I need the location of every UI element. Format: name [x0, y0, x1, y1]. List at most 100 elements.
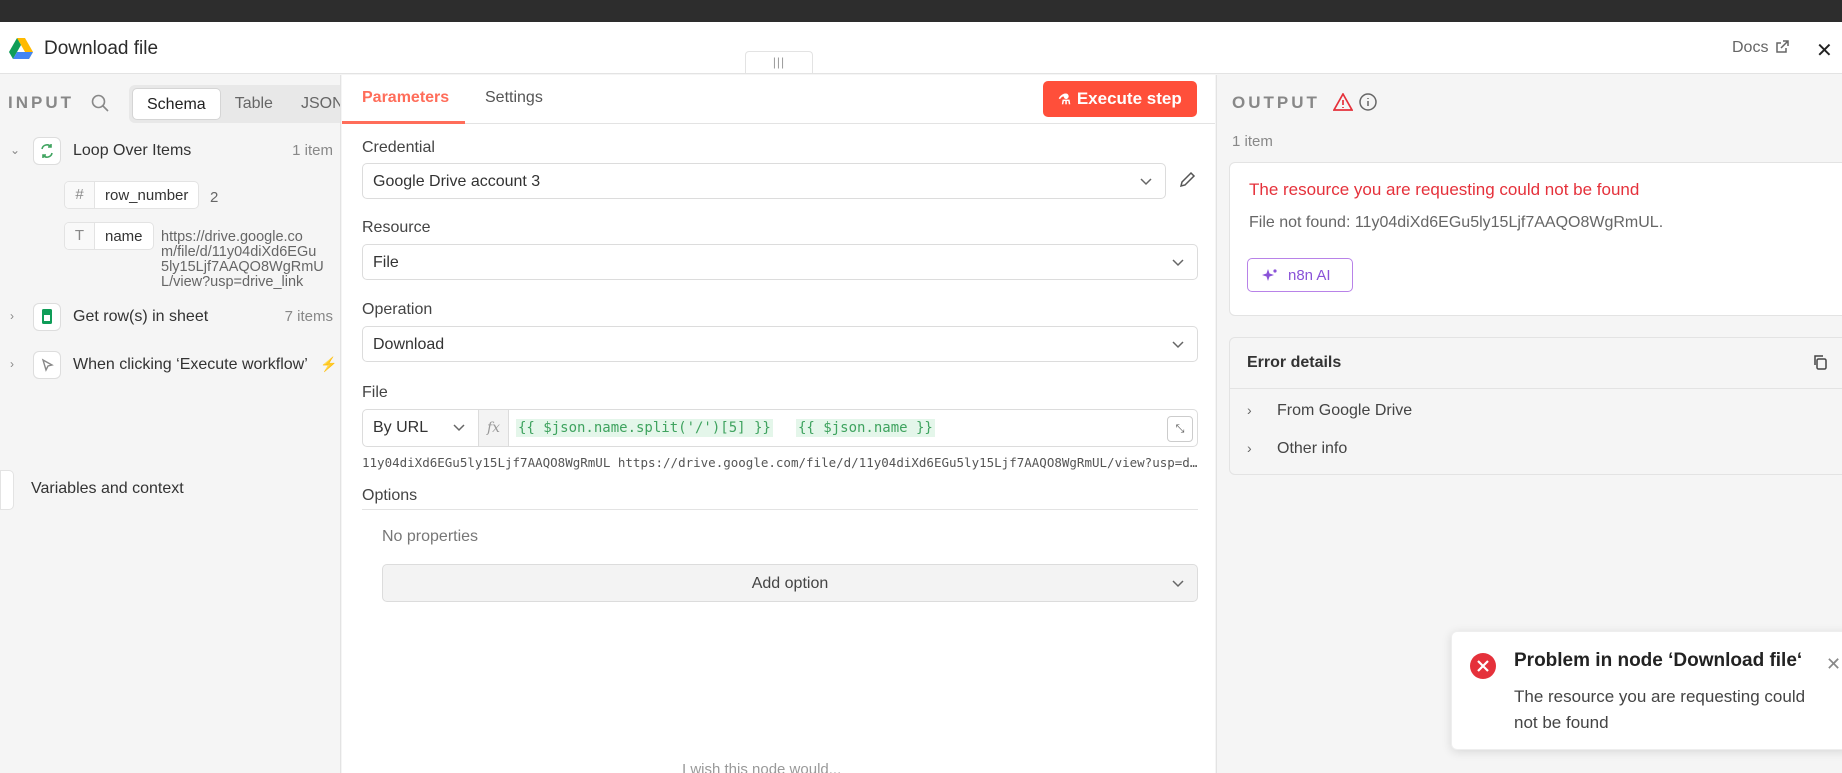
field-pill[interactable]: T name: [64, 222, 154, 250]
credential-value: Google Drive account 3: [373, 173, 541, 190]
sparkle-icon: [1262, 268, 1278, 288]
input-panel: INPUT Schema Table JSON ⌄ Loop Over Item…: [0, 75, 341, 773]
ai-button-label: n8n AI: [1288, 267, 1331, 284]
node-item-count: 7 items: [284, 308, 333, 325]
schema-field-row-number: # row_number: [64, 181, 200, 209]
fx-icon: fx: [479, 410, 509, 446]
expression-token[interactable]: {{ $json.name }}: [796, 419, 935, 437]
parameters-panel: Parameters Settings ⚗ Execute step Creden…: [342, 75, 1215, 773]
error-details-panel: Error details › From Google Drive › Other …: [1229, 337, 1842, 475]
error-circle-icon: [1469, 652, 1497, 684]
add-option-label: Add option: [751, 575, 829, 592]
options-divider: [362, 509, 1198, 510]
no-properties-text: No properties: [382, 528, 479, 545]
error-details-title: Error details: [1247, 354, 1342, 371]
node-title: Download file: [44, 38, 159, 59]
warning-icon: [1332, 92, 1354, 115]
feedback-link[interactable]: I wish this node would...: [682, 761, 841, 773]
error-toast: Problem in node ‘Download file‘ The reso…: [1451, 631, 1842, 750]
field-name: row_number: [105, 186, 189, 204]
variables-and-context[interactable]: Variables and context: [0, 470, 340, 510]
copy-icon[interactable]: [1812, 354, 1828, 374]
operation-value: Download: [373, 336, 445, 353]
view-mode-toggle: Schema Table JSON: [129, 85, 340, 123]
chevron-right-icon[interactable]: ›: [10, 357, 14, 371]
output-label: OUTPUT: [1232, 93, 1320, 112]
input-node-manual-trigger[interactable]: › When clicking ‘Execute workflow’ ⚡: [0, 349, 340, 381]
number-type-icon: #: [65, 182, 95, 208]
chevron-right-icon: ›: [1247, 440, 1252, 456]
panel-drag-handle[interactable]: |||: [745, 51, 813, 73]
file-mode-select[interactable]: By URL: [363, 410, 479, 446]
expand-editor-icon[interactable]: ⤡: [1167, 416, 1193, 442]
input-node-get-rows[interactable]: › Get row(s) in sheet 7 items: [0, 301, 340, 333]
error-details-header: Error details: [1230, 338, 1842, 389]
details-row-label: Other info: [1277, 440, 1348, 457]
expression-result-preview: 11y04diXd6EGu5ly15Ljf7AAQO8WgRmUL https:…: [362, 455, 1198, 470]
tab-table[interactable]: Table: [221, 88, 287, 120]
sheets-icon: [33, 303, 61, 331]
field-value-line: https://drive.google.co: [161, 229, 303, 245]
credential-select[interactable]: Google Drive account 3: [362, 163, 1166, 199]
toast-title: Problem in node ‘Download file‘: [1514, 650, 1803, 671]
search-icon[interactable]: [91, 94, 109, 116]
variables-icon: [0, 470, 14, 510]
input-node-loop-over-items[interactable]: ⌄ Loop Over Items 1 item: [0, 135, 340, 167]
node-item-count: 1 item: [292, 142, 333, 159]
node-name: When clicking ‘Execute workflow’: [73, 356, 308, 373]
ask-ai-button[interactable]: n8n AI: [1247, 258, 1353, 292]
window-top-strip: [0, 0, 1842, 22]
chevron-down-icon: [1171, 576, 1185, 594]
node-name: Get row(s) in sheet: [73, 308, 209, 325]
chevron-down-icon: [452, 420, 466, 438]
execute-step-label: Execute step: [1076, 89, 1182, 108]
lightning-icon: ⚡: [320, 356, 338, 372]
tab-json[interactable]: JSON: [287, 88, 340, 120]
expression-token[interactable]: {{ $json.name.split('/')[5] }}: [516, 419, 773, 437]
execute-step-button[interactable]: ⚗ Execute step: [1043, 81, 1197, 117]
file-mode-value: By URL: [373, 419, 429, 436]
parameter-tabs: Parameters Settings ⚗ Execute step: [342, 75, 1215, 124]
chevron-down-icon: [1171, 337, 1185, 355]
resource-label: Resource: [362, 219, 431, 236]
toast-message: The resource you are requesting could no…: [1514, 687, 1806, 732]
file-label: File: [362, 384, 388, 401]
chevron-down-icon[interactable]: ⌄: [10, 143, 20, 157]
field-value-line: m/file/d/11y04diXd6EGu: [161, 244, 317, 260]
node-modal-header: Download file Docs ✕: [0, 22, 1842, 74]
resource-select[interactable]: File: [362, 244, 1198, 280]
options-label: Options: [362, 487, 418, 504]
details-row-from-google-drive[interactable]: › From Google Drive: [1247, 402, 1412, 420]
tab-schema[interactable]: Schema: [132, 88, 221, 120]
error-card: The resource you are requesting could no…: [1229, 162, 1842, 316]
schema-field-name: T name: [64, 222, 154, 250]
info-icon[interactable]: [1358, 92, 1378, 116]
tab-settings[interactable]: Settings: [485, 89, 543, 107]
text-type-icon: T: [65, 223, 95, 249]
operation-label: Operation: [362, 301, 433, 318]
flask-icon: ⚗: [1058, 91, 1071, 107]
input-label: INPUT: [8, 93, 74, 112]
details-row-label: From Google Drive: [1277, 402, 1413, 419]
field-value: https://drive.google.co m/file/d/11y04di…: [161, 230, 324, 290]
credential-label: Credential: [362, 139, 435, 156]
operation-select[interactable]: Download: [362, 326, 1198, 362]
field-pill[interactable]: # row_number: [64, 181, 200, 209]
chevron-right-icon: ›: [1247, 402, 1252, 418]
docs-link[interactable]: Docs: [1732, 39, 1768, 57]
field-name: name: [105, 227, 143, 245]
variables-label: Variables and context: [31, 480, 184, 497]
close-icon[interactable]: ✕: [1826, 654, 1841, 675]
add-option-button[interactable]: Add option: [382, 564, 1198, 602]
close-icon[interactable]: ✕: [1816, 38, 1833, 63]
chevron-right-icon[interactable]: ›: [10, 309, 14, 323]
chevron-down-icon: [1171, 255, 1185, 273]
external-link-icon[interactable]: [1774, 39, 1790, 59]
tab-parameters[interactable]: Parameters: [362, 89, 449, 107]
error-title: The resource you are requesting could no…: [1249, 180, 1640, 199]
resource-value: File: [373, 254, 399, 271]
edit-credential-icon[interactable]: [1178, 171, 1196, 193]
output-item-count: 1 item: [1232, 133, 1273, 150]
field-value-line: L/view?usp=drive_link: [161, 274, 304, 290]
details-row-other-info[interactable]: › Other info: [1247, 440, 1347, 458]
